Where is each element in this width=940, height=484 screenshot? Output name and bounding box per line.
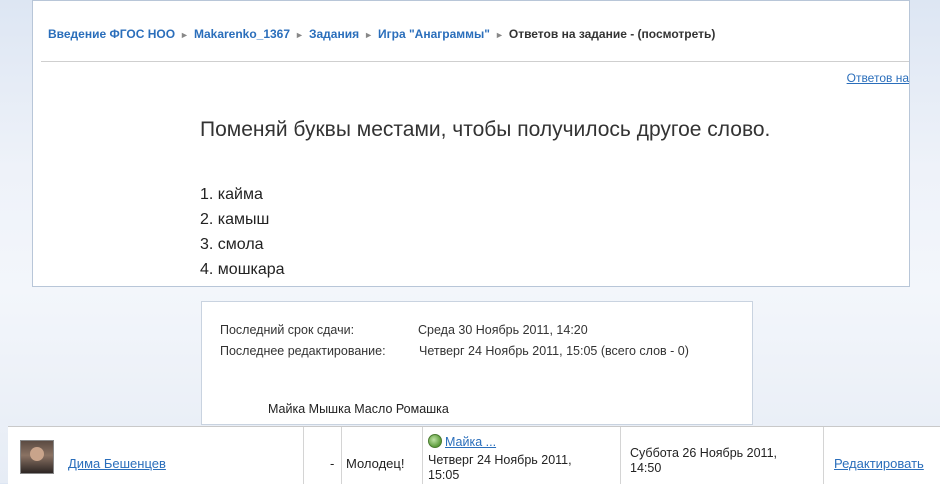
breadcrumb-separator-icon: ► [364, 30, 373, 40]
comment-text: Молодец! [346, 456, 405, 471]
avatar[interactable] [20, 440, 54, 474]
submission-info-panel: Последний срок сдачи: Среда 30 Ноябрь 201… [201, 301, 753, 425]
list-item: 3. смола [200, 236, 264, 253]
list-item: 1. кайма [200, 186, 263, 203]
file-date: Четверг 24 Ноябрь 2011, 15:05 [428, 453, 572, 483]
breadcrumb-course[interactable]: Введение ФГОС НОО [48, 27, 175, 41]
breadcrumb-current: Ответов на задание - (посмотреть) [508, 27, 716, 41]
graded-date: Суббота 26 Ноябрь 2011, 14:50 [630, 446, 777, 476]
student-name-link[interactable]: Дима Бешенцев [68, 456, 166, 471]
graded-date-line2: 14:50 [630, 461, 662, 475]
last-edited-label: Последнее редактирование: [220, 344, 386, 358]
breadcrumb: Введение ФГОС НОО ► Makarenko_1367 ► Задания… [48, 27, 715, 41]
answer-text: Майка Мышка Масло Ромашка [268, 402, 449, 416]
last-edited-row: Последнее редактирование: Четверг 24 Нояб… [220, 344, 689, 358]
breadcrumb-assignments[interactable]: Задания [309, 27, 359, 41]
breadcrumb-separator-icon: ► [180, 30, 189, 40]
task-panel: Введение ФГОС НОО ► Makarenko_1367 ► Задания… [32, 0, 910, 287]
breadcrumb-game[interactable]: Игра "Анаграммы" [378, 27, 490, 41]
column-divider [341, 427, 342, 484]
file-date-line1: Четверг 24 Ноябрь 2011, [428, 453, 572, 467]
header-divider [41, 61, 909, 62]
column-divider [303, 427, 304, 484]
edit-button[interactable]: Редактировать [834, 456, 924, 471]
list-item: 4. мошкара [200, 261, 285, 278]
due-date-row: Последний срок сдачи: Среда 30 Ноябрь 201… [220, 323, 588, 337]
file-date-line2: 15:05 [428, 468, 460, 482]
graded-date-line1: Суббота 26 Ноябрь 2011, [630, 446, 777, 460]
word-list: 1. кайма 2. камыш 3. смола 4. мошкара [200, 182, 285, 282]
breadcrumb-user[interactable]: Makarenko_1367 [194, 27, 290, 41]
list-item: 2. камыш [200, 211, 270, 228]
last-edited-value: Четверг 24 Ноябрь 2011, 15:05 (всего сло… [419, 344, 689, 358]
breadcrumb-separator-icon: ► [494, 30, 504, 40]
column-divider [422, 427, 423, 484]
column-divider [620, 427, 621, 484]
due-date-label: Последний срок сдачи: [220, 323, 355, 337]
column-divider [823, 427, 824, 484]
file-link-label: Майка ... [445, 435, 497, 449]
breadcrumb-separator-icon: ► [295, 30, 304, 40]
document-icon [428, 434, 442, 448]
submitted-file-link[interactable]: Майка ... [428, 434, 496, 449]
task-headline: Поменяй буквы местами, чтобы получилось … [200, 118, 771, 141]
due-date-value: Среда 30 Ноябрь 2011, 14:20 [418, 323, 588, 337]
table-row: Дима Бешенцев - Молодец! Майка ... Четве… [8, 426, 940, 484]
grade-value: - [330, 456, 335, 471]
submissions-link[interactable]: Ответов на [847, 71, 909, 85]
